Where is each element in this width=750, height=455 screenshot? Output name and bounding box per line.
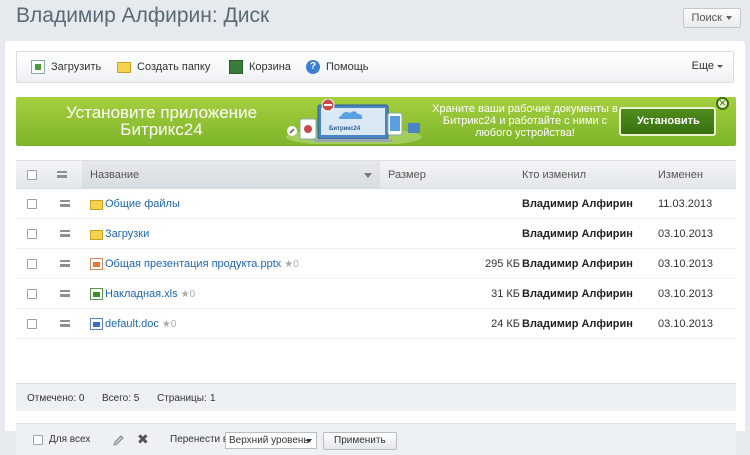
shared-folder-icon — [90, 199, 103, 210]
disk-workarea: Загрузить Создать папку Корзина ? Помощь… — [5, 41, 745, 455]
pptx-file-icon — [90, 258, 103, 270]
row-menu-icon[interactable] — [60, 260, 70, 267]
file-name-link[interactable]: Накладная.xls ★0 — [90, 288, 195, 300]
row-checkbox[interactable] — [27, 259, 37, 269]
chevron-down-icon — [726, 16, 732, 21]
search-button[interactable]: Поиск — [682, 8, 741, 28]
like-counter[interactable]: ★0 — [284, 259, 299, 270]
promo-banner: Установите приложение Битрикс24 Битрикс2… — [16, 97, 736, 146]
more-label: Еще — [691, 60, 714, 72]
banner-app-label: Битрикс24 — [329, 126, 361, 132]
like-counter[interactable]: ★0 — [162, 319, 177, 330]
modified-by: Владимир Алфирин — [522, 318, 633, 330]
total-count: Всего: 5 — [102, 393, 140, 404]
apply-button[interactable]: Применить — [323, 432, 397, 450]
for-all-label[interactable]: Для всех — [49, 434, 90, 445]
row-menu-icon[interactable] — [60, 290, 70, 297]
file-size: 24 КБ — [491, 318, 520, 330]
row-checkbox[interactable] — [27, 319, 37, 329]
upload-label: Загрузить — [51, 61, 102, 73]
header-modified-by[interactable]: Кто изменил — [522, 169, 586, 181]
move-target-select[interactable]: Верхний уровень — [225, 432, 317, 449]
upload-icon — [31, 60, 45, 74]
header-name[interactable]: Название — [90, 169, 139, 181]
upload-button[interactable]: Загрузить — [31, 60, 101, 74]
for-all-checkbox[interactable] — [33, 435, 43, 445]
file-name[interactable]: default.doc — [105, 318, 159, 330]
modified-date: 03.10.2013 — [658, 288, 714, 300]
delete-icon[interactable]: ✖ — [137, 431, 149, 448]
banner-title: Установите приложение Битрикс24 — [65, 103, 258, 139]
modified-by: Владимир Алфирин — [522, 228, 633, 240]
move-target-value: Верхний уровень — [229, 435, 309, 446]
file-name-link[interactable]: Общие файлы — [90, 198, 180, 210]
row-checkbox[interactable] — [27, 229, 37, 239]
doc-file-icon — [90, 318, 103, 330]
chevron-down-icon — [306, 439, 312, 443]
grid-header: Название Размер Кто изменил Изменен — [16, 160, 736, 189]
sort-down-icon[interactable] — [364, 173, 372, 178]
search-label: Поиск — [691, 12, 722, 24]
file-name[interactable]: Общая презентация продукта.pptx — [105, 258, 281, 270]
file-grid: Название Размер Кто изменил Изменен Общи… — [16, 160, 736, 339]
close-icon[interactable]: ✕ — [716, 97, 729, 110]
table-row[interactable]: default.doc ★0 24 КБ Владимир Алфирин 03… — [16, 309, 736, 339]
page-title: Владимир Алфирин: Диск — [16, 4, 270, 27]
modified-by: Владимир Алфирин — [522, 198, 633, 210]
more-menu-button[interactable]: Еще — [692, 60, 723, 72]
trash-icon — [229, 60, 243, 74]
select-all-checkbox[interactable] — [27, 170, 37, 180]
header-modified[interactable]: Изменен — [658, 169, 703, 181]
folder-icon — [90, 229, 103, 240]
modified-date: 03.10.2013 — [658, 258, 714, 270]
columns-menu-icon[interactable] — [57, 171, 67, 178]
modified-date: 11.03.2013 — [658, 198, 713, 210]
create-folder-label: Создать папку — [137, 60, 211, 73]
move-to-label: Перенести в — [170, 434, 229, 445]
selected-count: Отмечено: 0 — [27, 393, 85, 404]
install-button[interactable]: Установить — [619, 107, 716, 136]
xls-file-icon — [90, 288, 103, 300]
row-menu-icon[interactable] — [60, 230, 70, 237]
file-name-link[interactable]: Общая презентация продукта.pptx ★0 — [90, 258, 299, 270]
toolbar: Загрузить Создать папку Корзина ? Помощь… — [16, 51, 734, 83]
modified-date: 03.10.2013 — [658, 228, 714, 240]
page-number[interactable]: 1 — [210, 393, 216, 404]
file-name[interactable]: Общие файлы — [105, 198, 180, 210]
create-folder-button[interactable]: Создать папку — [117, 60, 210, 73]
modified-date: 03.10.2013 — [658, 318, 714, 330]
table-row[interactable]: Общая презентация продукта.pptx ★0 295 К… — [16, 249, 736, 279]
devices-illustration-icon: Битрикс24 — [286, 99, 422, 144]
file-size: 295 КБ — [484, 258, 520, 270]
folder-icon — [117, 62, 131, 73]
file-name[interactable]: Загрузки — [105, 228, 149, 240]
table-row[interactable]: Накладная.xls ★0 31 КБ Владимир Алфирин … — [16, 279, 736, 309]
row-checkbox[interactable] — [27, 199, 37, 209]
row-menu-icon[interactable] — [60, 200, 70, 207]
group-action-bar: Для всех ✖ Перенести в Верхний уровень П… — [16, 423, 736, 455]
modified-by: Владимир Алфирин — [522, 288, 633, 300]
help-icon: ? — [306, 60, 320, 74]
header-size[interactable]: Размер — [388, 169, 426, 181]
like-counter[interactable]: ★0 — [181, 289, 196, 300]
row-checkbox[interactable] — [27, 289, 37, 299]
pages-label: Страницы: — [157, 393, 207, 404]
chevron-down-icon — [717, 64, 723, 68]
help-label: Помощь — [326, 61, 369, 73]
grid-footer: Отмечено: 0 Всего: 5 Страницы: 1 — [16, 383, 736, 411]
file-name-link[interactable]: default.doc ★0 — [90, 318, 176, 330]
table-row[interactable]: Загрузки Владимир Алфирин 03.10.2013 — [16, 219, 736, 249]
modified-by: Владимир Алфирин — [522, 258, 633, 270]
edit-icon[interactable] — [112, 434, 125, 447]
trash-label: Корзина — [249, 61, 291, 73]
row-menu-icon[interactable] — [60, 320, 70, 327]
help-button[interactable]: ? Помощь — [306, 60, 369, 74]
file-name-link[interactable]: Загрузки — [90, 228, 149, 240]
banner-text: Храните ваши рабочие документы в Битрикс… — [432, 103, 618, 139]
file-size: 31 КБ — [491, 288, 520, 300]
file-name[interactable]: Накладная.xls — [105, 288, 178, 300]
table-row[interactable]: Общие файлы Владимир Алфирин 11.03.2013 — [16, 189, 736, 219]
trash-button[interactable]: Корзина — [229, 60, 291, 74]
